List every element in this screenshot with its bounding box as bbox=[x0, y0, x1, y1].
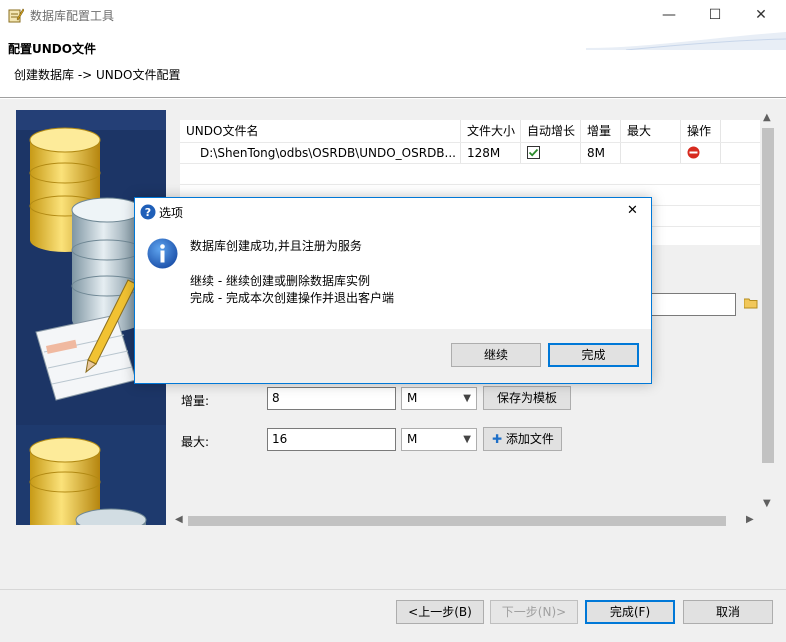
prev-button[interactable]: <上一步(B) bbox=[396, 600, 484, 624]
cancel-button[interactable]: 取消 bbox=[683, 600, 773, 624]
file-path-input[interactable] bbox=[648, 293, 736, 316]
close-button[interactable]: ✕ bbox=[738, 0, 784, 30]
app-icon bbox=[8, 8, 24, 23]
dialog-continue-button[interactable]: 继续 bbox=[451, 343, 541, 367]
chevron-down-icon: ▼ bbox=[463, 434, 471, 445]
delete-icon[interactable] bbox=[687, 146, 700, 159]
breadcrumb: 创建数据库 -> UNDO文件配置 bbox=[14, 68, 181, 82]
dialog-close-button[interactable]: ✕ bbox=[627, 203, 638, 218]
finish-button[interactable]: 完成(F) bbox=[585, 600, 675, 624]
maximize-button[interactable]: ☐ bbox=[692, 0, 738, 30]
title-bar: 数据库配置工具 — ☐ ✕ bbox=[0, 0, 786, 30]
dialog-message-continue: 继续 - 继续创建或删除数据库实例 bbox=[190, 274, 370, 288]
max-label: 最大: bbox=[181, 435, 210, 449]
dialog-message-finish: 完成 - 完成本次创建操作并退出客户端 bbox=[190, 291, 394, 305]
dialog-title-bar: ? 选项 ✕ bbox=[135, 198, 651, 226]
add-file-label: 添加文件 bbox=[505, 432, 554, 446]
increment-unit-value: M bbox=[407, 391, 418, 405]
scroll-up-icon[interactable]: ▲ bbox=[763, 112, 771, 123]
cell-autogrow bbox=[521, 143, 581, 163]
save-template-button[interactable]: 保存为模板 bbox=[483, 386, 571, 410]
dialog-message-main: 数据库创建成功,并且注册为服务 bbox=[190, 239, 362, 253]
minimize-button[interactable]: — bbox=[646, 0, 692, 30]
column-header-increment[interactable]: 增量 bbox=[581, 120, 621, 142]
increment-input[interactable]: 8 bbox=[267, 387, 396, 410]
add-file-button[interactable]: ✚ 添加文件 bbox=[483, 427, 562, 451]
column-header-max[interactable]: 最大 bbox=[621, 120, 681, 142]
cell-max bbox=[621, 143, 681, 163]
page-title: 配置UNDO文件 bbox=[8, 42, 96, 56]
max-input[interactable]: 16 bbox=[267, 428, 396, 451]
autogrow-checkbox[interactable] bbox=[527, 146, 540, 159]
max-unit-value: M bbox=[407, 432, 418, 446]
cell-action bbox=[681, 143, 721, 163]
dialog-finish-button[interactable]: 完成 bbox=[548, 343, 639, 367]
scroll-down-icon[interactable]: ▼ bbox=[763, 498, 771, 509]
next-button[interactable]: 下一步(N)> bbox=[490, 600, 578, 624]
scroll-left-icon[interactable]: ◀ bbox=[175, 514, 183, 525]
column-header-action[interactable]: 操作 bbox=[681, 120, 721, 142]
scroll-right-icon[interactable]: ▶ bbox=[746, 514, 754, 525]
increment-unit-select[interactable]: M ▼ bbox=[401, 387, 477, 410]
footer-divider bbox=[0, 589, 786, 590]
chevron-down-icon: ▼ bbox=[463, 393, 471, 404]
cell-filename: D:\ShenTong\odbs\OSRDB\UNDO_OSRDB... bbox=[180, 143, 461, 163]
svg-text:?: ? bbox=[145, 206, 151, 219]
dialog-title: 选项 bbox=[159, 206, 184, 220]
max-unit-select[interactable]: M ▼ bbox=[401, 428, 477, 451]
info-icon bbox=[147, 238, 178, 269]
cell-increment: 8M bbox=[581, 143, 621, 163]
vertical-scroll-thumb[interactable] bbox=[762, 128, 774, 463]
window-title: 数据库配置工具 bbox=[30, 9, 115, 23]
horizontal-scroll-thumb[interactable] bbox=[188, 516, 726, 526]
column-header-autogrow[interactable]: 自动增长 bbox=[521, 120, 581, 142]
folder-icon[interactable] bbox=[744, 297, 758, 309]
increment-label: 增量: bbox=[181, 394, 210, 408]
header-decoration bbox=[586, 32, 786, 50]
column-header-size[interactable]: 文件大小 bbox=[461, 120, 521, 142]
dialog-message-area: 数据库创建成功,并且注册为服务 继续 - 继续创建或删除数据库实例 完成 - 完… bbox=[135, 226, 651, 329]
cell-size: 128M bbox=[461, 143, 521, 163]
column-header-filename[interactable]: UNDO文件名 bbox=[180, 120, 461, 142]
options-dialog: ? 选项 ✕ 数据库创建成功,并且注册为服务 继续 - 继续创建或删除数据库实例… bbox=[134, 197, 652, 384]
question-icon: ? bbox=[140, 204, 156, 220]
plus-icon: ✚ bbox=[492, 432, 503, 446]
